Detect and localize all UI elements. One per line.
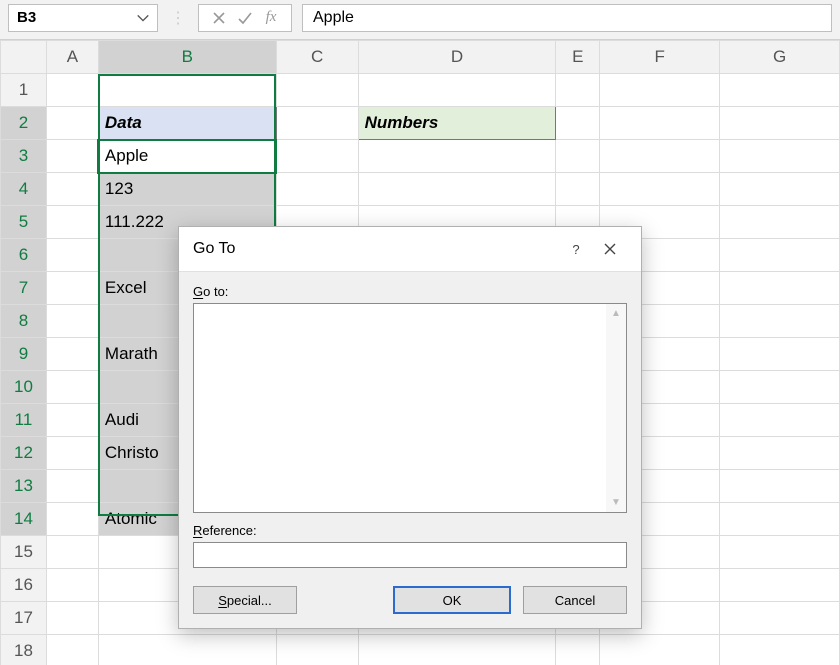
row-header[interactable]: 3 bbox=[1, 140, 47, 173]
formula-value: Apple bbox=[313, 9, 354, 27]
cancel-entry-icon[interactable] bbox=[209, 8, 229, 28]
dialog-title: Go To bbox=[193, 240, 559, 258]
row-header[interactable]: 12 bbox=[1, 437, 47, 470]
row-header[interactable]: 11 bbox=[1, 404, 47, 437]
dialog-titlebar[interactable]: Go To ? bbox=[179, 227, 641, 272]
row-header[interactable]: 15 bbox=[1, 536, 47, 569]
cell-B2[interactable]: Data bbox=[98, 107, 276, 140]
name-box-value: B3 bbox=[9, 9, 129, 26]
close-icon[interactable] bbox=[593, 234, 627, 264]
col-header-F[interactable]: F bbox=[600, 41, 720, 74]
col-header-D[interactable]: D bbox=[358, 41, 556, 74]
row-header[interactable]: 7 bbox=[1, 272, 47, 305]
row-header[interactable]: 1 bbox=[1, 74, 47, 107]
col-header-E[interactable]: E bbox=[556, 41, 600, 74]
select-all-corner[interactable] bbox=[1, 41, 47, 74]
ok-button[interactable]: OK bbox=[393, 586, 511, 614]
row-header[interactable]: 10 bbox=[1, 371, 47, 404]
cell-B4[interactable]: 123 bbox=[98, 173, 276, 206]
row-header[interactable]: 4 bbox=[1, 173, 47, 206]
chevron-down-icon bbox=[129, 11, 157, 25]
row-header[interactable]: 14 bbox=[1, 503, 47, 536]
formula-tools: fx bbox=[198, 4, 292, 32]
col-header-C[interactable]: C bbox=[276, 41, 358, 74]
row-header[interactable]: 13 bbox=[1, 470, 47, 503]
formula-input[interactable]: Apple bbox=[302, 4, 832, 32]
formula-bar: B3 ⋮ fx Apple bbox=[0, 0, 840, 40]
cancel-button[interactable]: Cancel bbox=[523, 586, 627, 614]
cell-B3[interactable]: Apple bbox=[98, 140, 276, 173]
scroll-up-icon[interactable]: ▲ bbox=[611, 308, 621, 319]
goto-dialog: Go To ? Go to: ▲ ▼ Reference: Special...… bbox=[178, 226, 642, 629]
accept-entry-icon[interactable] bbox=[235, 8, 255, 28]
special-button[interactable]: Special... bbox=[193, 586, 297, 614]
scroll-down-icon[interactable]: ▼ bbox=[611, 497, 621, 508]
help-icon[interactable]: ? bbox=[559, 234, 593, 264]
reference-input[interactable] bbox=[193, 542, 627, 568]
fx-icon[interactable]: fx bbox=[261, 8, 281, 28]
reference-label: Reference: bbox=[193, 523, 627, 538]
row-header[interactable]: 16 bbox=[1, 569, 47, 602]
row-header[interactable]: 5 bbox=[1, 206, 47, 239]
col-header-A[interactable]: A bbox=[46, 41, 98, 74]
row-header[interactable]: 2 bbox=[1, 107, 47, 140]
separator: ⋮ bbox=[168, 8, 188, 28]
name-box[interactable]: B3 bbox=[8, 4, 158, 32]
row-header[interactable]: 9 bbox=[1, 338, 47, 371]
scrollbar[interactable]: ▲ ▼ bbox=[606, 304, 626, 512]
row-header[interactable]: 17 bbox=[1, 602, 47, 635]
row-header[interactable]: 6 bbox=[1, 239, 47, 272]
cell-D2[interactable]: Numbers bbox=[358, 107, 556, 140]
row-header[interactable]: 18 bbox=[1, 635, 47, 665]
goto-listbox[interactable]: ▲ ▼ bbox=[193, 303, 627, 513]
row-header[interactable]: 8 bbox=[1, 305, 47, 338]
col-header-G[interactable]: G bbox=[720, 41, 840, 74]
goto-label: Go to: bbox=[193, 284, 627, 299]
col-header-B[interactable]: B bbox=[98, 41, 276, 74]
